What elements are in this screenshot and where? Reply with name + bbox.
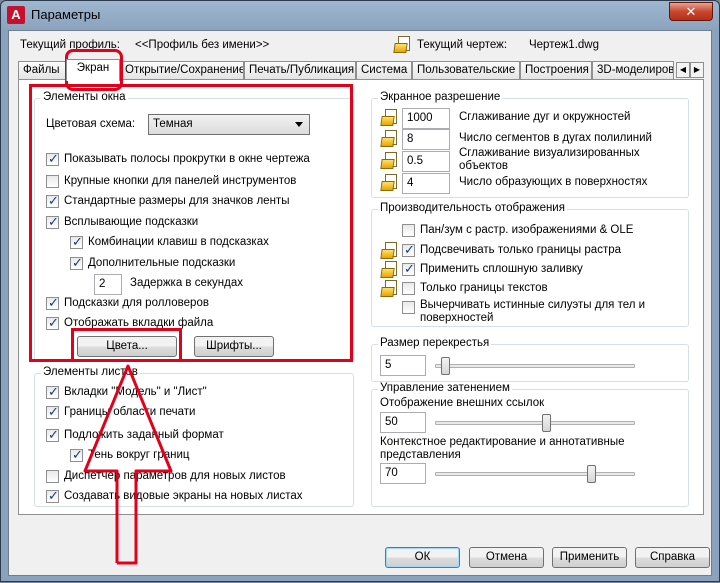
options-dialog: A Параметры ✕ Текущий профиль: <<Профиль… (0, 0, 720, 582)
tab-display[interactable]: Экран (66, 59, 120, 81)
annotation-arrow-icon (83, 364, 173, 565)
